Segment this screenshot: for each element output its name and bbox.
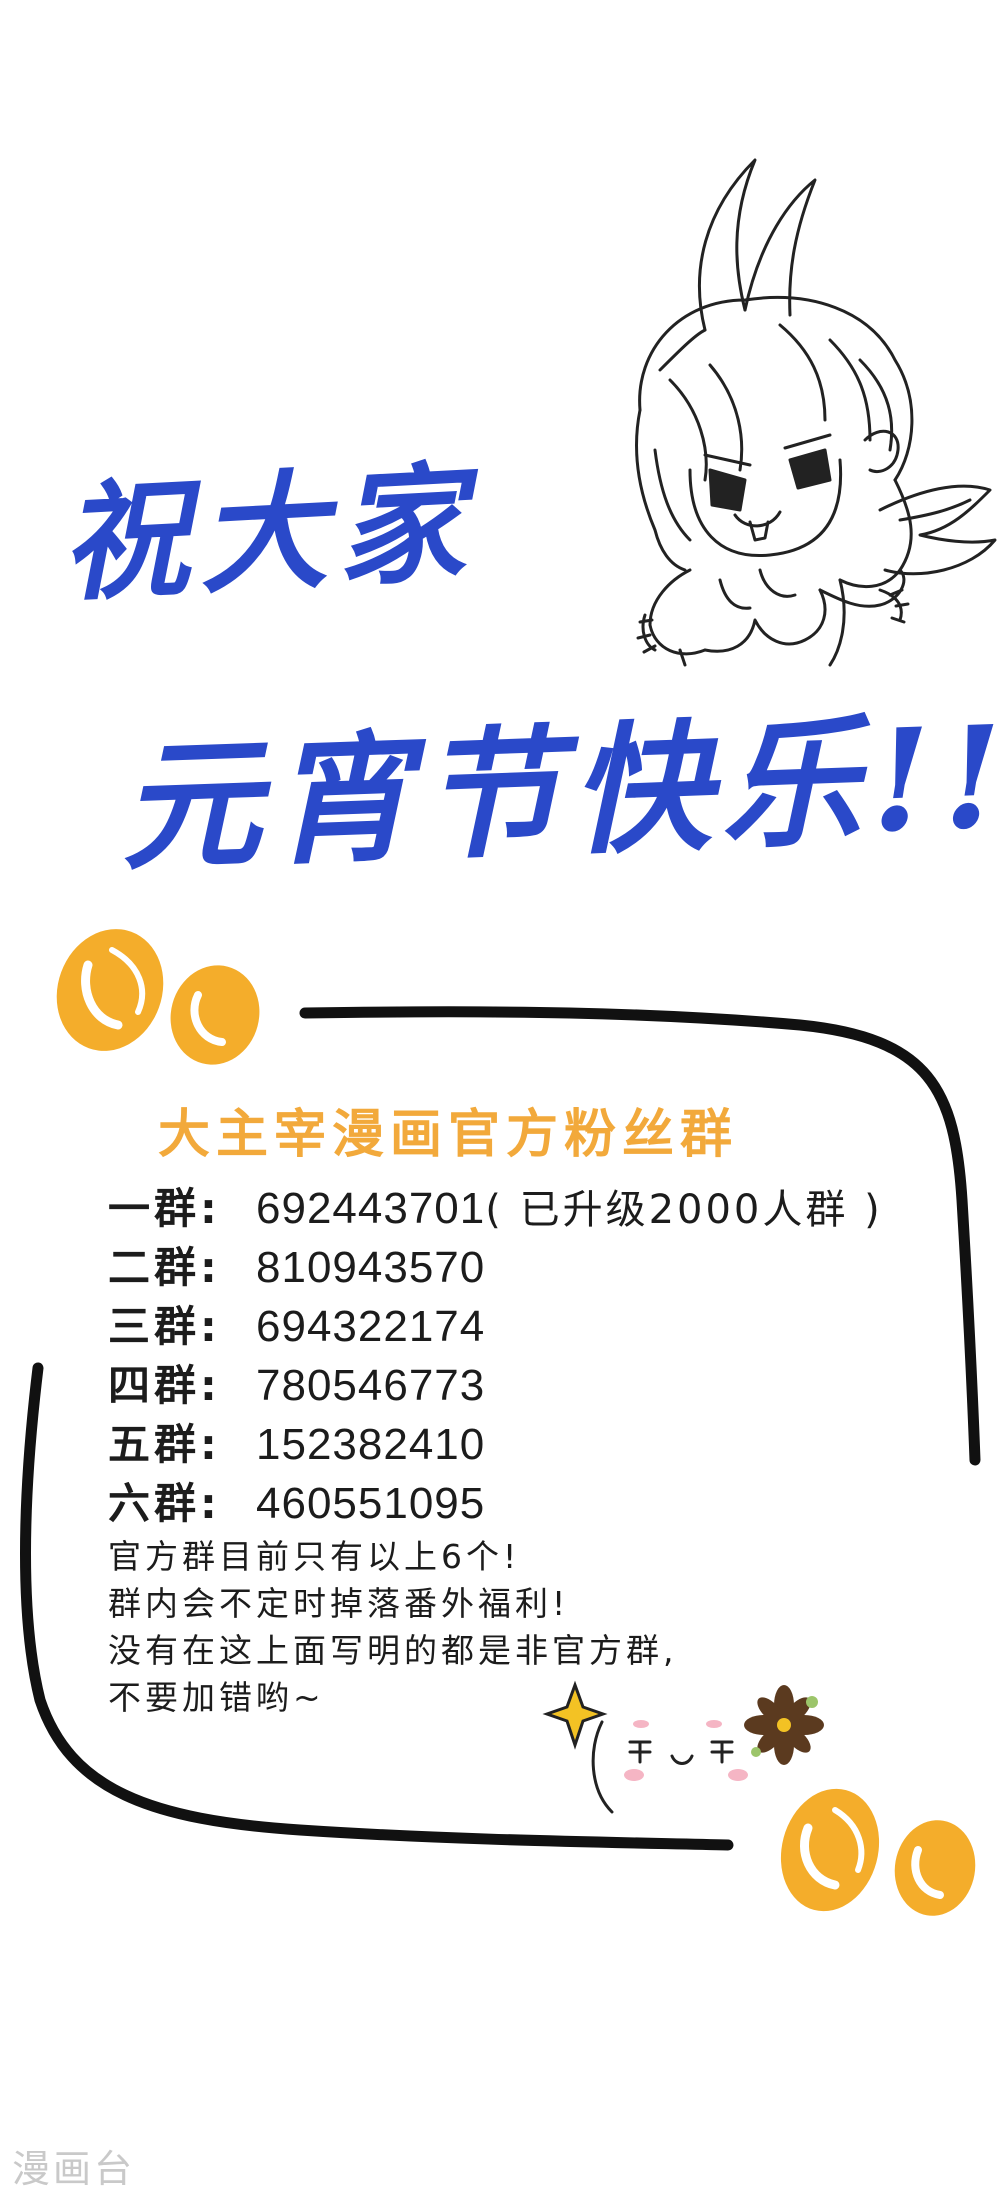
note-line: 不要加错哟~ xyxy=(108,1678,325,1717)
group-label: 一群: xyxy=(108,1184,221,1233)
group-row: 五群: 152382410 xyxy=(108,1411,883,1470)
group-number: 780546773 xyxy=(256,1361,486,1410)
group-label: 四群: xyxy=(108,1361,221,1410)
orange-egg-decoration xyxy=(780,1788,880,1912)
group-label: 五群: xyxy=(108,1420,221,1469)
note-line: 群内会不定时掉落番外福利! xyxy=(108,1584,570,1623)
flower-icon xyxy=(744,1685,824,1765)
group-row: 三群: 694322174 xyxy=(108,1293,883,1352)
note-line: 官方群目前只有以上6个! xyxy=(108,1537,521,1576)
group-label: 六群: xyxy=(108,1479,221,1528)
group-number: 694322174 xyxy=(256,1302,486,1351)
fan-group-title: 大主宰漫画官方粉丝群 xyxy=(158,1105,739,1165)
group-notes: 官方群目前只有以上6个! 群内会不定时掉落番外福利! 没有在这上面写明的都是非官… xyxy=(108,1530,678,1718)
group-number: 152382410 xyxy=(256,1420,486,1469)
group-number: 692443701 xyxy=(256,1184,486,1233)
fan-group-list: 一群: 692443701( 已升级2000人群 ) 二群: 810943570 三… xyxy=(108,1175,883,1529)
cute-face-icon xyxy=(591,1720,748,1814)
group-row: 六群: 460551095 xyxy=(108,1470,883,1529)
orange-egg-decoration xyxy=(56,929,164,1051)
group-number: 460551095 xyxy=(256,1479,486,1528)
group-row: 二群: 810943570 xyxy=(108,1234,883,1293)
group-row: 一群: 692443701( 已升级2000人群 ) xyxy=(108,1175,883,1234)
orange-egg-decoration xyxy=(170,965,260,1065)
group-note: ( 已升级2000人群 ) xyxy=(485,1187,883,1233)
group-label: 二群: xyxy=(108,1243,221,1292)
note-line: 没有在这上面写明的都是非官方群, xyxy=(108,1631,678,1670)
group-label: 三群: xyxy=(108,1302,221,1351)
group-number: 810943570 xyxy=(256,1243,486,1292)
group-row: 四群: 780546773 xyxy=(108,1352,883,1411)
orange-egg-decoration xyxy=(894,1820,976,1916)
